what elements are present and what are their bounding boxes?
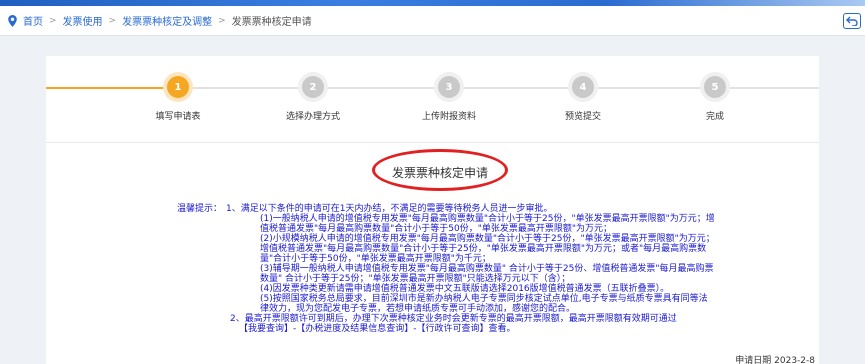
step-upload-docs: 3 上传附报资料 [379,76,519,122]
breadcrumb-invoice-type-adjust[interactable]: 发票票种核定及调整 [122,13,212,28]
step-number-badge: 2 [302,76,324,98]
breadcrumb-home[interactable]: 首页 [23,13,43,28]
progress-steps: 1 填写申请表 2 选择办理方式 3 上传附报资料 4 预览提交 5 完成 [46,56,819,128]
notice-line: 律效力，现为您配发电子专票，若想申请纸质专票可手动添加，感谢您的配合。 [260,304,576,314]
form-card: 1 填写申请表 2 选择办理方式 3 上传附报资料 4 预览提交 5 完成 发票… [46,56,819,364]
form-title: 发票票种核定申请 [391,166,488,180]
step-number-badge: 1 [167,76,189,98]
notice-line: (3)辅导期一般纳税人申请增值税专用发票"每月最高购票数量" 合计小于等于25份… [260,264,714,274]
step-label: 填写申请表 [155,112,201,122]
breadcrumb-invoice-use[interactable]: 发票使用 [63,13,103,28]
breadcrumb-separator: > [218,15,226,26]
notice-query-path: 【我要查询】-【办税进度及结果信息查询】-【行政许可查询】查看。 [239,324,516,334]
notice-line: (4)因发票种类更新请需申请增值税普通发票中文五联版请选择2016版增值税普通发… [260,284,670,294]
step-label: 上传附报资料 [421,112,476,122]
notice-line: 2、最高开票限额许可到期后，办理下次票种核定业务时会更新专票的最高开票限额，最高… [230,314,677,324]
step-complete: 5 完成 [645,76,785,122]
breadcrumb-current: 发票票种核定申请 [231,17,312,28]
step-label: 完成 [705,112,724,122]
step-number-badge: 3 [438,76,460,98]
notice-line: (5)按照国家税务总局要求，目前深圳市是新办纳税人电子专票同步核定试点单位,电子… [260,294,708,304]
step-label: 预览提交 [564,112,601,122]
step-label: 选择办理方式 [285,112,340,122]
section-divider [46,142,819,143]
notice-line: (1)一般纳税人申请的增值税专用发票"每月最高购票数量"合计小于等于25份，"单… [260,214,715,224]
breadcrumb-separator: > [49,15,57,26]
notice-line: 值税普通发票"每月最高购票数量"合计小于等于50份，"单张发票最高开票限额"为万… [260,224,613,234]
step-choose-method: 2 选择办理方式 [243,76,383,122]
notice-line: 增值税普通发票"每月最高购票数量"合计小于等于25份，"单张发票最高开票限额"为… [260,244,707,254]
step-preview-submit: 4 预览提交 [513,76,653,122]
notice-line: 数量" 合计小于等于25份；"单张发票最高开票限额"只能选择万元以下（含）； [260,274,571,284]
step-number-badge: 4 [572,76,594,98]
notice-label: 温馨提示： [177,204,223,214]
apply-date: 申请日期 2023-2-8 [735,356,815,364]
location-pin-icon [8,14,17,27]
notice-line: (2)小规模纳税人申请的增值税专用发票"每月最高购票数量"合计小于等于25份，"… [260,234,715,244]
breadcrumb: 首页 > 发票使用 > 发票票种核定及调整 > 发票票种核定申请 [0,6,865,36]
return-arrow-icon [846,16,858,26]
breadcrumb-separator: > [108,15,117,26]
step-fill-form: 1 填写申请表 [108,76,248,122]
notice-line: 量"合计小于等于50份，"单张发票最高开票限额"为千元； [260,254,491,264]
step-number-badge: 5 [704,76,726,98]
notice-line: 1、满足以下条件的申请可在1天内办结，不满足的需要等待税务人员进一步审批。 [226,204,553,214]
back-button[interactable] [843,13,861,29]
